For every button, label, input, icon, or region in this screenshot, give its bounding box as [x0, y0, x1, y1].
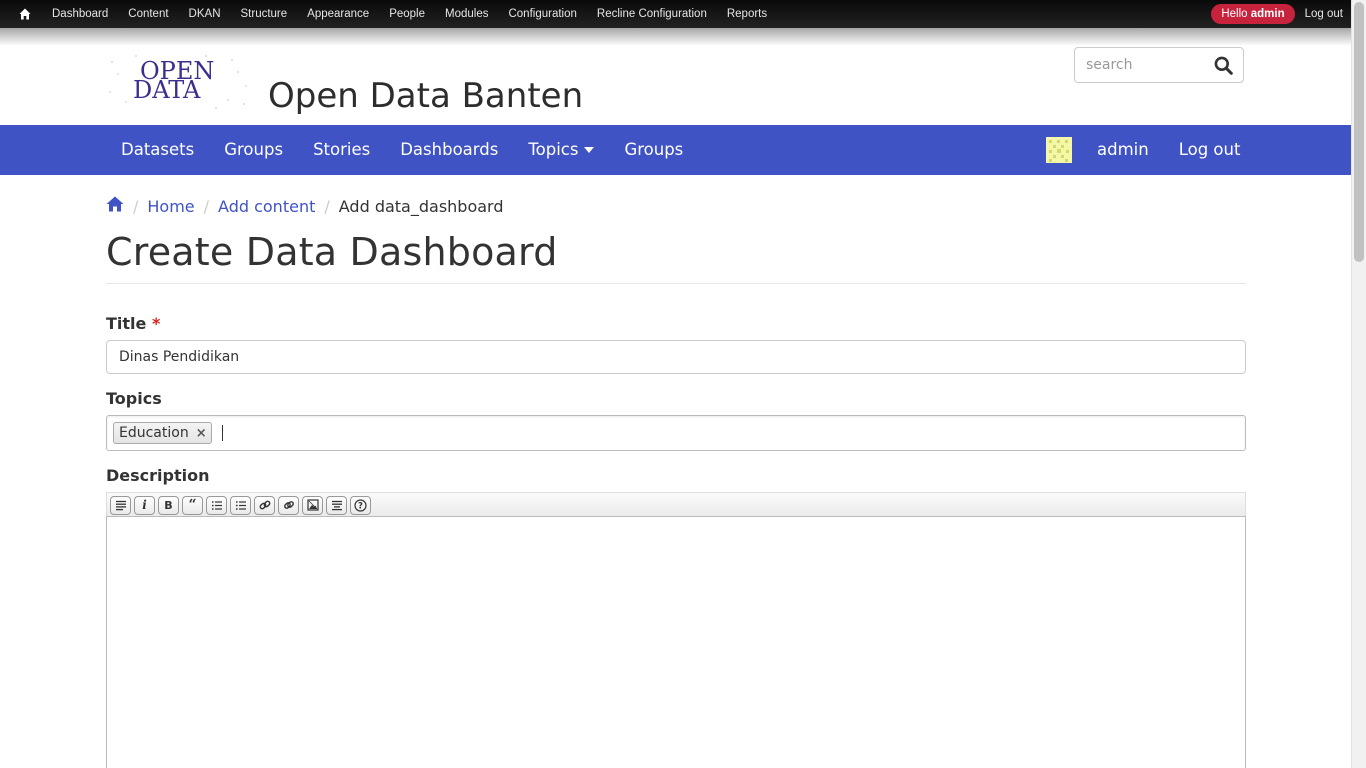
admin-menu-modules[interactable]: Modules — [435, 0, 498, 28]
unlink-icon[interactable] — [254, 495, 275, 515]
main-navigation: Datasets Groups Stories Dashboards Topic… — [0, 125, 1351, 175]
title-label-text: Title — [106, 314, 147, 333]
italic-icon[interactable]: i — [134, 495, 155, 515]
nav-user-admin[interactable]: admin — [1082, 125, 1164, 175]
nav-dashboards[interactable]: Dashboards — [385, 125, 513, 175]
breadcrumb-separator: / — [324, 196, 330, 216]
hello-badge[interactable]: Hello admin — [1211, 4, 1295, 24]
description-label: Description — [106, 466, 210, 485]
required-marker: * — [151, 314, 161, 333]
nav-topics-label: Topics — [528, 140, 579, 159]
breadcrumb: / Home / Add content / Add data_dashboar… — [106, 194, 504, 218]
home-icon[interactable] — [106, 196, 124, 216]
hello-prefix: Hello — [1221, 8, 1248, 20]
help-icon[interactable]: ? — [350, 495, 371, 515]
admin-menu-people[interactable]: People — [379, 0, 435, 28]
nav-datasets[interactable]: Datasets — [106, 125, 209, 175]
nav-stories[interactable]: Stories — [298, 125, 385, 175]
topic-chip: Education × — [113, 422, 212, 444]
search-box — [1074, 47, 1244, 83]
link-icon[interactable] — [278, 495, 299, 515]
admin-menu-dkan[interactable]: DKAN — [179, 0, 231, 28]
format-icon[interactable] — [110, 495, 131, 515]
admin-menu-reports[interactable]: Reports — [717, 0, 777, 28]
breadcrumb-separator: / — [133, 196, 139, 216]
search-button[interactable] — [1203, 48, 1243, 82]
title-label: Title * — [106, 314, 160, 333]
page-scrollbar[interactable] — [1351, 0, 1366, 768]
breadcrumb-home[interactable]: Home — [147, 197, 194, 216]
numbered-list-icon[interactable] — [206, 495, 227, 515]
breadcrumb-current: Add data_dashboard — [338, 196, 504, 216]
admin-menu-dashboard[interactable]: Dashboard — [42, 0, 118, 28]
breadcrumb-separator: / — [203, 196, 210, 216]
admin-menu-structure[interactable]: Structure — [231, 0, 298, 28]
description-editor[interactable] — [106, 516, 1246, 768]
editor-toolbar: i B “ ? — [106, 492, 1246, 517]
page-title: Create Data Dashboard — [106, 230, 558, 274]
caret-down-icon — [584, 147, 595, 153]
align-icon[interactable] — [326, 495, 347, 515]
admin-toolbar: Dashboard Content DKAN Structure Appeara… — [0, 0, 1351, 28]
bold-icon[interactable]: B — [158, 495, 179, 515]
topics-input[interactable]: Education × — [106, 415, 1246, 451]
divider — [106, 283, 1246, 284]
admin-menu-appearance[interactable]: Appearance — [297, 0, 379, 28]
nav-logout[interactable]: Log out — [1164, 125, 1256, 175]
chip-remove-icon[interactable]: × — [196, 426, 207, 441]
avatar[interactable] — [1046, 137, 1072, 163]
home-icon[interactable] — [8, 0, 42, 28]
nav-groups[interactable]: Groups — [209, 125, 298, 175]
site-name[interactable]: Open Data Banten — [268, 76, 583, 116]
admin-menu: Dashboard Content DKAN Structure Appeara… — [42, 0, 777, 28]
topics-label: Topics — [106, 389, 162, 408]
text-cursor — [221, 425, 223, 441]
title-input[interactable] — [106, 340, 1246, 374]
blockquote-icon[interactable]: “ — [182, 495, 203, 515]
bulleted-list-icon[interactable] — [230, 495, 251, 515]
search-icon — [1214, 56, 1233, 75]
svg-text:?: ? — [358, 501, 363, 511]
image-icon[interactable] — [302, 495, 323, 515]
search-input[interactable] — [1075, 48, 1203, 82]
topic-chip-label: Education — [119, 425, 189, 441]
nav-groups-2[interactable]: Groups — [609, 125, 698, 175]
admin-menu-recline-configuration[interactable]: Recline Configuration — [587, 0, 717, 28]
admin-logout-link[interactable]: Log out — [1305, 8, 1351, 20]
nav-topics[interactable]: Topics — [513, 125, 609, 175]
site-logo[interactable]: OPEN DATA — [106, 52, 251, 112]
toolbar-shadow — [0, 28, 1351, 46]
admin-menu-configuration[interactable]: Configuration — [498, 0, 586, 28]
scrollbar-thumb[interactable] — [1354, 2, 1364, 262]
admin-menu-content[interactable]: Content — [118, 0, 178, 28]
hello-user: admin — [1250, 8, 1285, 20]
breadcrumb-add-content[interactable]: Add content — [218, 197, 315, 216]
logo-text-data: DATA — [133, 76, 201, 104]
